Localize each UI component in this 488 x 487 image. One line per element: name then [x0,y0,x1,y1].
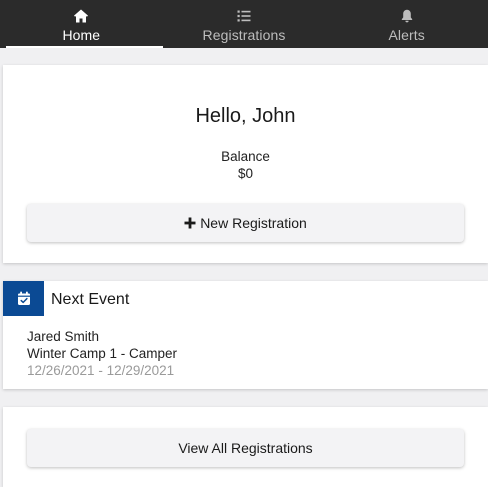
home-icon [74,9,89,23]
tab-registrations[interactable]: Registrations [163,0,326,48]
top-navigation: Home Registrations Alerts [0,0,488,48]
tab-alerts[interactable]: Alerts [325,0,488,48]
greeting-heading: Hello, John [195,105,296,127]
view-all-registrations-label: View All Registrations [178,440,313,456]
bell-icon [401,9,412,23]
calendar-check-icon [17,291,30,305]
new-registration-button[interactable]: New Registration [27,204,464,242]
tab-home[interactable]: Home [0,0,163,48]
greeting-card: Hello, John Balance $0 New Registration [3,65,488,263]
list-icon [237,10,251,22]
new-registration-label: New Registration [200,215,307,231]
registrations-card: View All Registrations [3,407,488,487]
balance-value: $0 [237,166,254,181]
event-dates: 12/26/2021 - 12/29/2021 [27,363,175,378]
view-all-registrations-button[interactable]: View All Registrations [27,429,464,467]
tab-home-label: Home [62,27,101,43]
event-name: Winter Camp 1 - Camper [27,346,178,361]
event-badge [3,281,44,316]
next-event-card: Next Event Jared Smith Winter Camp 1 - C… [3,281,488,389]
event-person-name: Jared Smith [27,329,100,344]
plus-icon [184,217,196,229]
next-event-title: Next Event [51,291,130,308]
tab-registrations-label: Registrations [202,27,286,43]
balance-label: Balance [221,149,270,164]
tab-alerts-label: Alerts [388,27,425,43]
